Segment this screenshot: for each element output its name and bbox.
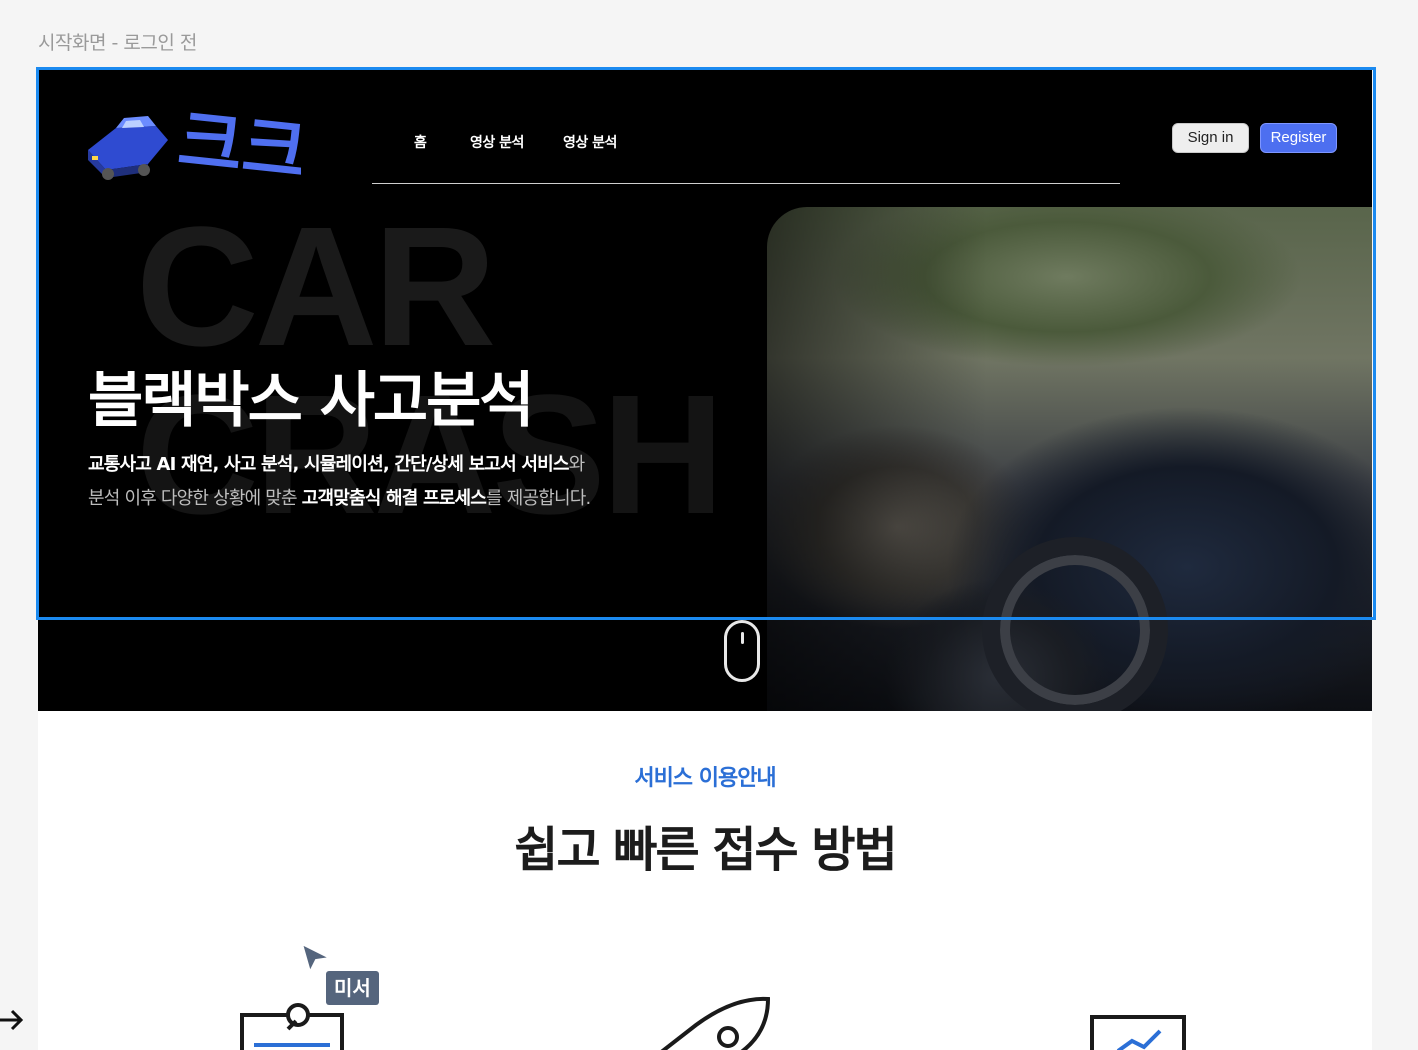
logo[interactable]: 크크 [86, 98, 301, 193]
nav-item-home[interactable]: 홈 [414, 132, 427, 152]
hero-desc-line1-bold: 교통사고 AI 재연, 사고 분석, 시뮬레이션, 간단/상세 보고서 서비스 [88, 454, 569, 475]
scroll-down-icon[interactable] [724, 620, 760, 682]
sign-in-button[interactable]: Sign in [1172, 123, 1249, 153]
hero-section: CAR CRASH 크크 홈 영상 분석 영상 분석 Sign in Regis… [38, 70, 1372, 711]
section-tag: 서비스 이용안내 [634, 766, 776, 791]
hero-desc-line2-tail: 를 제공합니다. [486, 488, 591, 509]
page-canvas: CAR CRASH 크크 홈 영상 분석 영상 분석 Sign in Regis… [38, 70, 1372, 1050]
section-title: 쉽고 빠른 접수 방법 [514, 822, 897, 878]
nav-item-video-analysis[interactable]: 영상 분석 [470, 132, 524, 152]
arrow-right-icon [0, 1009, 24, 1031]
rocket-icon [660, 996, 771, 1050]
collaborator-name-badge: 미서 [326, 971, 379, 1005]
car-icon [88, 116, 168, 180]
nav-item-video-analysis-2[interactable]: 영상 분석 [563, 132, 617, 152]
crashed-car-photo [767, 207, 1372, 711]
hero-bg-word-car: CAR [136, 192, 496, 382]
register-button[interactable]: Register [1260, 123, 1337, 153]
hero-desc-line2-bold: 고객맞춤식 해결 프로세스 [301, 488, 487, 509]
frame-label: 시작화면 - 로그인 전 [38, 32, 197, 54]
hero-desc-line1-tail: 와 [568, 454, 586, 475]
main-nav: 홈 영상 분석 영상 분석 [372, 122, 1120, 184]
hero-title: 블랙박스 사고분석 [88, 366, 534, 436]
chart-icon [1090, 1015, 1186, 1050]
hero-desc-line2-head: 분석 이후 다양한 상황에 맞춘 [88, 488, 302, 509]
hero-description: 교통사고 AI 재연, 사고 분석, 시뮬레이션, 간단/상세 보고서 서비스와… [88, 448, 728, 516]
logo-text: 크크 [174, 99, 301, 193]
